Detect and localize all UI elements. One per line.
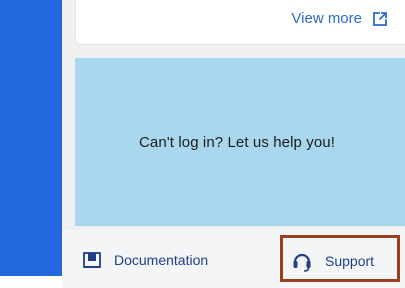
documentation-label: Documentation <box>114 252 209 268</box>
left-blue-strip <box>0 0 62 276</box>
external-link-icon <box>372 11 388 27</box>
book-icon <box>82 250 102 270</box>
documentation-link[interactable]: Documentation <box>82 250 208 270</box>
headset-icon <box>291 250 313 272</box>
support-link[interactable]: Support <box>291 250 374 272</box>
view-more-label: View more <box>291 10 362 27</box>
top-card: View more <box>75 0 405 45</box>
login-help-text: Can't log in? Let us help you! <box>139 133 335 151</box>
login-help-panel[interactable]: Can't log in? Let us help you! <box>75 58 405 226</box>
support-label: Support <box>325 253 375 269</box>
view-more-link[interactable]: View more <box>291 10 388 27</box>
